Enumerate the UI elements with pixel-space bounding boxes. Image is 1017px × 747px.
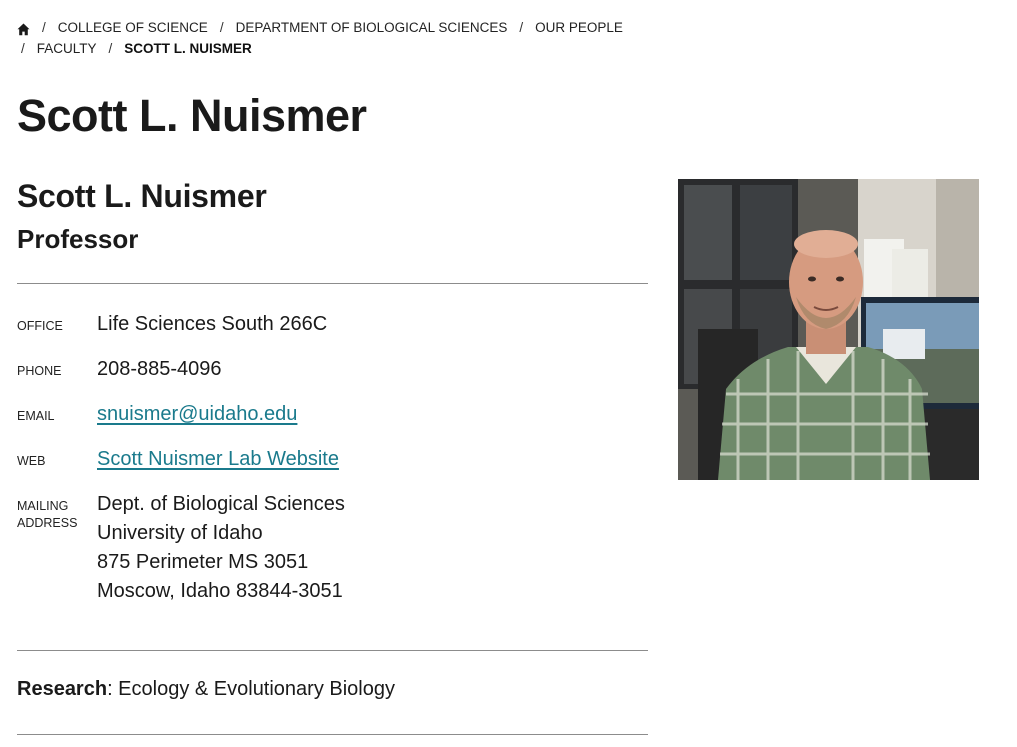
- address-line: University of Idaho: [97, 522, 263, 544]
- mailing-address-label: Mailing Address: [17, 499, 78, 530]
- office-value: Life Sciences South 266C: [97, 313, 328, 335]
- breadcrumb-separator: /: [219, 20, 224, 35]
- breadcrumb: / College of Science / Department of Bio…: [17, 17, 657, 59]
- divider: [17, 734, 648, 735]
- breadcrumb-row-2: / Faculty / Scott L. Nuismer: [21, 38, 657, 59]
- lab-website-link[interactable]: Scott Nuismer Lab Website: [97, 448, 339, 470]
- research-label: Research: [17, 678, 108, 700]
- email-row: Email snuismer@uidaho.edu: [17, 400, 648, 429]
- breadcrumb-college-of-science[interactable]: College of Science: [58, 17, 208, 38]
- page-title: Scott L. Nuismer: [17, 90, 367, 141]
- breadcrumb-separator: /: [42, 20, 46, 35]
- breadcrumb-current: Scott L. Nuismer: [124, 41, 252, 56]
- mailing-address: Dept. of Biological Sciences University …: [97, 490, 345, 606]
- email-label: Email: [17, 409, 55, 423]
- office-label: Office: [17, 319, 63, 333]
- phone-value: 208-885-4096: [97, 358, 222, 380]
- address-line: Moscow, Idaho 83844-3051: [97, 580, 343, 602]
- phone-label: Phone: [17, 364, 62, 378]
- divider: [17, 283, 648, 284]
- web-label: Web: [17, 454, 46, 468]
- research-area: Research: Ecology & Evolutionary Biology: [17, 678, 395, 701]
- home-icon[interactable]: [17, 21, 30, 36]
- breadcrumb-our-people[interactable]: Our People: [535, 17, 623, 38]
- research-value: : Ecology & Evolutionary Biology: [107, 678, 395, 700]
- web-row: Web Scott Nuismer Lab Website: [17, 445, 648, 474]
- address-line: 875 Perimeter MS 3051: [97, 551, 309, 573]
- address-line: Dept. of Biological Sciences: [97, 493, 345, 515]
- breadcrumb-separator: /: [108, 41, 113, 56]
- breadcrumb-separator: /: [519, 20, 524, 35]
- breadcrumb-faculty[interactable]: Faculty: [37, 38, 97, 59]
- breadcrumb-row-1: / College of Science / Department of Bio…: [17, 17, 657, 38]
- contact-details: Office Life Sciences South 266C Phone 20…: [17, 310, 648, 622]
- profile-name: Scott L. Nuismer: [17, 178, 267, 214]
- phone-row: Phone 208-885-4096: [17, 355, 648, 384]
- breadcrumb-department[interactable]: Department of Biological Sciences: [236, 17, 508, 38]
- divider: [17, 650, 648, 651]
- mailing-address-row: Mailing Address Dept. of Biological Scie…: [17, 490, 648, 606]
- email-link[interactable]: snuismer@uidaho.edu: [97, 403, 297, 425]
- profile-title: Professor: [17, 224, 139, 254]
- office-row: Office Life Sciences South 266C: [17, 310, 648, 339]
- breadcrumb-separator: /: [21, 41, 25, 56]
- profile-photo: [678, 179, 979, 480]
